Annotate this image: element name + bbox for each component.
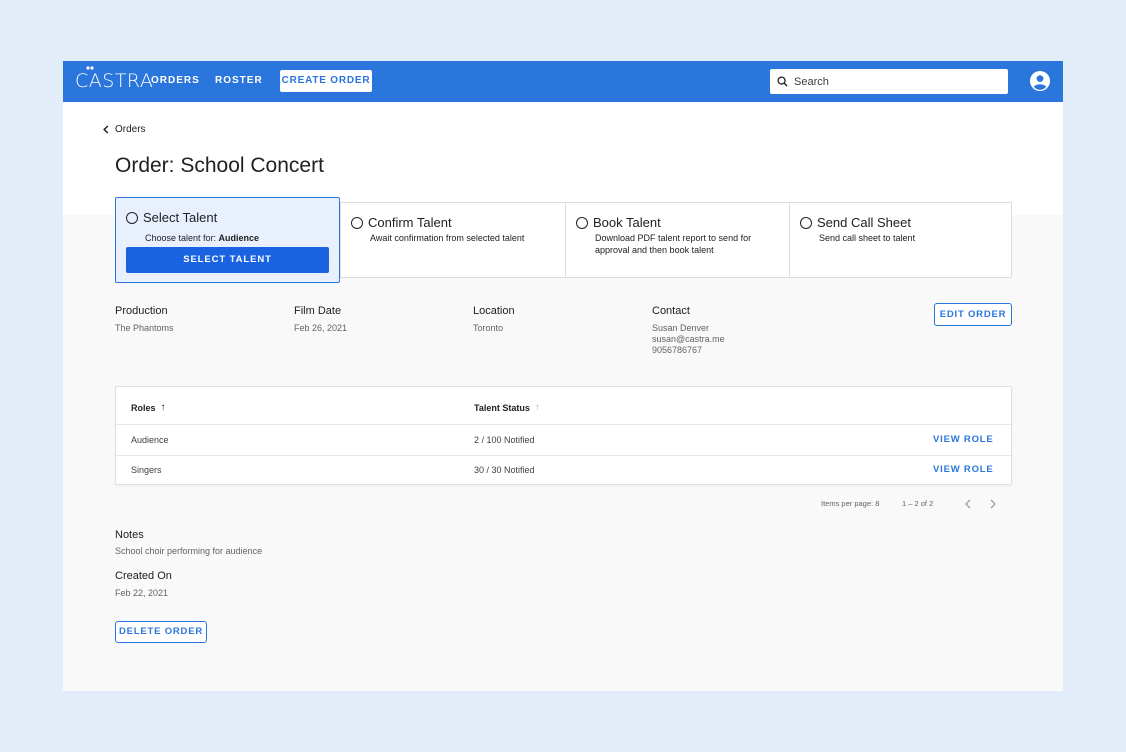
- app-window: CASTRA ORDERS ROSTER CREATE ORDER Orders…: [63, 61, 1063, 691]
- page-title: Order: School Concert: [115, 154, 324, 177]
- film-camera-icon: [86, 66, 94, 70]
- contact-label: Contact: [652, 305, 690, 317]
- chevron-left-icon: [103, 125, 109, 134]
- role-cell: Audience: [131, 435, 169, 445]
- create-order-button[interactable]: CREATE ORDER: [280, 70, 372, 92]
- step-send-call-sheet[interactable]: Send Call Sheet Send call sheet to talen…: [789, 203, 1011, 277]
- search-box[interactable]: [770, 69, 1008, 94]
- radio-circle-icon: [126, 211, 138, 224]
- production-label: Production: [115, 305, 168, 317]
- order-steps: Select Talent Choose talent for: Audienc…: [115, 197, 1012, 283]
- view-role-button[interactable]: VIEW ROLE: [933, 434, 994, 445]
- header-label: Roles: [131, 402, 156, 413]
- step-title: Book Talent: [593, 215, 661, 230]
- breadcrumb-back-link[interactable]: Orders: [103, 124, 146, 135]
- film-date-value: Feb 26, 2021: [294, 323, 348, 333]
- logo-text: CASTRA: [75, 70, 154, 92]
- nav-orders-link[interactable]: ORDERS: [151, 75, 200, 87]
- step-description: Download PDF talent report to send for a…: [595, 233, 752, 255]
- top-nav: CASTRA ORDERS ROSTER CREATE ORDER: [63, 61, 1063, 102]
- chevron-right-icon[interactable]: [989, 499, 997, 509]
- film-date-label: Film Date: [294, 305, 342, 317]
- notes-value: School choir performing for audience: [115, 546, 263, 556]
- created-on-value: Feb 22, 2021: [115, 588, 169, 598]
- location-label: Location: [473, 305, 515, 317]
- step-title: Confirm Talent: [368, 215, 452, 230]
- radio-circle-icon: [800, 216, 812, 229]
- row-divider: [116, 455, 1011, 456]
- delete-order-button[interactable]: DELETE ORDER: [115, 621, 207, 643]
- sort-arrow-up-icon: ↑: [160, 402, 166, 413]
- production-value: The Phantoms: [115, 323, 174, 333]
- status-cell: 2 / 100 Notified: [474, 435, 535, 445]
- roles-column-header[interactable]: Roles ↑: [131, 402, 166, 413]
- step-description: Await confirmation from selected talent: [370, 233, 525, 243]
- notes-label: Notes: [115, 529, 144, 541]
- header-label: Talent Status: [474, 402, 530, 413]
- items-per-page[interactable]: Items per page: 8: [821, 499, 879, 508]
- created-on-label: Created On: [115, 570, 172, 582]
- step-confirm-talent[interactable]: Confirm Talent Await confirmation from s…: [340, 203, 565, 277]
- contact-details: Susan Denver susan@castra.me 9056786767: [652, 323, 725, 356]
- view-role-button[interactable]: VIEW ROLE: [933, 464, 994, 475]
- contact-email: susan@castra.me: [652, 334, 725, 344]
- talent-status-column-header[interactable]: Talent Status ↑: [474, 402, 540, 413]
- row-divider: [116, 424, 1011, 425]
- chevron-left-icon[interactable]: [964, 499, 972, 509]
- edit-order-button[interactable]: EDIT ORDER: [934, 303, 1012, 326]
- breadcrumb-label: Orders: [115, 124, 146, 135]
- role-cell: Singers: [131, 465, 162, 475]
- account-avatar-icon[interactable]: [1030, 71, 1050, 91]
- logo[interactable]: CASTRA: [75, 66, 154, 92]
- step-description: Choose talent for: Audience: [145, 232, 259, 244]
- radio-circle-icon: [576, 216, 588, 229]
- step-book-talent[interactable]: Book Talent Download PDF talent report t…: [565, 203, 789, 277]
- status-cell: 30 / 30 Notified: [474, 465, 535, 475]
- step-desc-role: Audience: [218, 233, 260, 243]
- step-title: Send Call Sheet: [817, 215, 911, 230]
- roles-table: Roles ↑ Talent Status ↑ Audience 2 / 100…: [115, 386, 1012, 485]
- step-desc-text: Choose talent for:: [145, 233, 219, 243]
- select-talent-button[interactable]: SELECT TALENT: [126, 247, 329, 273]
- nav-roster-link[interactable]: ROSTER: [215, 75, 263, 87]
- search-input[interactable]: [794, 75, 994, 88]
- sort-arrow-up-icon: ↑: [534, 402, 540, 413]
- search-icon: [777, 76, 788, 87]
- step-select-talent[interactable]: Select Talent Choose talent for: Audienc…: [115, 197, 340, 283]
- step-title: Select Talent: [143, 210, 218, 225]
- location-value: Toronto: [473, 323, 504, 333]
- contact-name: Susan Denver: [652, 323, 710, 333]
- page-range: 1 – 2 of 2: [902, 499, 934, 508]
- contact-phone: 9056786767: [652, 345, 703, 355]
- step-description: Send call sheet to talent: [819, 233, 916, 243]
- radio-circle-icon: [351, 216, 363, 229]
